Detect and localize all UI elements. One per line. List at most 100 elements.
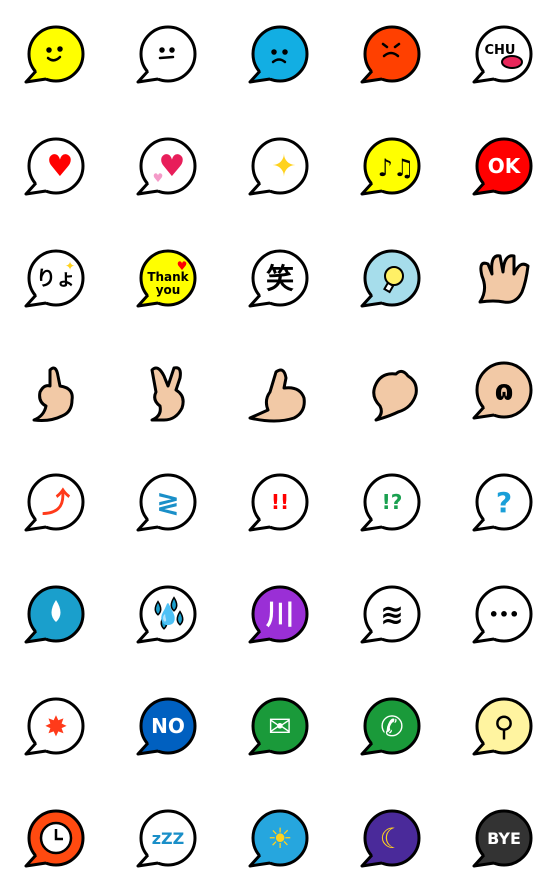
emoji-laugh[interactable]: 笑 (224, 224, 336, 336)
peace-hand-icon (150, 366, 185, 422)
bye-label: BYE (487, 829, 521, 848)
sparkles-icon: ✦ (248, 137, 309, 196)
skin-bubble-label: ɷ (494, 374, 513, 407)
ellipsis-icon: ••• (472, 585, 533, 644)
emoji-anger-mark[interactable]: ✸ (0, 672, 112, 784)
clock-icon (24, 809, 85, 868)
ok-label: OK (488, 154, 522, 178)
phone-icon: ✆ (360, 697, 421, 756)
emoji-sad-face[interactable] (224, 0, 336, 112)
emoji-open-hand[interactable] (448, 224, 560, 336)
emoji-water-drop[interactable] (0, 560, 112, 672)
food-label: ⚲ (494, 710, 515, 743)
emoji-clock[interactable] (0, 784, 112, 896)
sleep-zzz-icon: zZZ (136, 809, 197, 868)
hand-shape (32, 366, 74, 422)
emoji-up-arrows[interactable]: ⤴ (0, 448, 112, 560)
heart-glyph-icon: ♥ (47, 149, 74, 184)
laugh-icon: 笑 (248, 249, 309, 308)
whirlwind-icon: ≋ (360, 585, 421, 644)
label-line1: Thank (147, 270, 189, 284)
no-icon: NO (136, 697, 197, 756)
light-bulb-icon (360, 249, 421, 308)
anger-mark-icon: ✸ (24, 697, 85, 756)
hand-shape (478, 254, 530, 304)
emoji-thumbs-up[interactable] (0, 336, 112, 448)
food-icon: ⚲ (472, 697, 533, 756)
emoji-music-notes[interactable]: ♪♫ (336, 112, 448, 224)
emoji-bye[interactable]: BYE (448, 784, 560, 896)
emoji-sweat-drops[interactable]: 💧 (112, 560, 224, 672)
emoji-ok[interactable]: OK (448, 112, 560, 224)
weather-icon: ☀ (248, 809, 309, 868)
moon-stars-icon: ☾ (360, 809, 421, 868)
emoji-grid: CHU ♥ ♥ ♥ ✦ ♪♫ OK ✦ りょ ♥ Thank you 笑 ɷ ⤴ ≷!!!?? 💧 川 ≋ ••• ✸ N… (0, 0, 560, 896)
emoji-neutral-face[interactable] (112, 0, 224, 112)
emoji-skin-bubble[interactable]: ɷ (448, 336, 560, 448)
emoji-double-exclamation[interactable]: !! (224, 448, 336, 560)
music-notes-icon: ♪♫ (360, 137, 421, 196)
emoji-light-bulb[interactable] (336, 224, 448, 336)
emoji-two-hearts[interactable]: ♥ ♥ (112, 112, 224, 224)
emoji-ellipsis[interactable]: ••• (448, 560, 560, 672)
anger-mark-label: ✸ (44, 710, 67, 743)
emoji-whirlwind[interactable]: ≋ (336, 560, 448, 672)
up-arrows-icon: ⤴ (24, 473, 85, 532)
ellipsis-label: ••• (489, 605, 520, 624)
mail-icon: ✉ (248, 697, 309, 756)
emoji-sleep-zzz[interactable]: zZZ (112, 784, 224, 896)
double-exclamation-label: !! (271, 490, 289, 514)
two-hearts-icon: ♥♥ (136, 137, 197, 196)
sparkles-glyph-icon: ✦ (271, 149, 296, 184)
exclamation-question-label: !? (382, 490, 403, 514)
open-hand-icon (478, 254, 530, 304)
emoji-moon-stars[interactable]: ☾ (336, 784, 448, 896)
label-line2: you (156, 283, 181, 297)
emoji-chu-kiss[interactable]: CHU (448, 0, 560, 112)
lips-icon (501, 55, 523, 69)
sweat-drops-label: 💧 (156, 602, 181, 626)
sad-face-icon (248, 25, 309, 84)
emoji-phone[interactable]: ✆ (336, 672, 448, 784)
hand-shape (248, 368, 306, 423)
emoji-food[interactable]: ⚲ (448, 672, 560, 784)
chu-kiss-icon: CHU (472, 25, 533, 84)
laugh-label: 笑 (266, 262, 294, 295)
emoji-question[interactable]: ? (448, 448, 560, 560)
purple-lines-icon: 川 (248, 585, 309, 644)
emoji-weather[interactable]: ☀ (224, 784, 336, 896)
emoji-zigzag-arrows[interactable]: ≷ (112, 448, 224, 560)
bye-icon: BYE (472, 809, 533, 868)
hand-shape (150, 366, 185, 422)
emoji-purple-lines[interactable]: 川 (224, 560, 336, 672)
emoji-peace-hand[interactable] (112, 336, 224, 448)
emoji-mail[interactable]: ✉ (224, 672, 336, 784)
music-notes-glyph-icon: ♪♫ (378, 154, 415, 182)
thank-you-icon: ♥Thankyou (136, 249, 197, 308)
whirlwind-label: ≋ (380, 598, 403, 631)
up-arrows-label: ⤴ (42, 486, 71, 519)
question-label: ? (496, 486, 512, 519)
emoji-heart[interactable]: ♥ (0, 112, 112, 224)
question-icon: ? (472, 473, 533, 532)
ryo-label: りょ (36, 266, 76, 290)
sleep-zzz-label: zZZ (152, 829, 185, 848)
emoji-thumbs-up-side[interactable] (224, 336, 336, 448)
water-drop-icon (24, 585, 85, 644)
emoji-ryo[interactable]: ✦ りょ (0, 224, 112, 336)
emoji-no[interactable]: NO (112, 672, 224, 784)
emoji-thank-you[interactable]: ♥ Thank you (112, 224, 224, 336)
hand-shape (372, 369, 418, 422)
emoji-exclamation-question[interactable]: !? (336, 448, 448, 560)
thumbs-up-icon (32, 366, 74, 422)
emoji-ok-hand[interactable] (336, 336, 448, 448)
exclamation-question-icon: !? (360, 473, 421, 532)
emoji-angry-face[interactable] (336, 0, 448, 112)
no-label: NO (151, 714, 185, 738)
small-glyph-icon: ♥ (153, 171, 164, 185)
emoji-sparkles[interactable]: ✦ (224, 112, 336, 224)
emoji-smile-face[interactable] (0, 0, 112, 112)
thumbs-up-side-icon (248, 368, 306, 423)
phone-label: ✆ (380, 710, 403, 743)
skin-bubble-icon: ɷ (472, 361, 533, 420)
